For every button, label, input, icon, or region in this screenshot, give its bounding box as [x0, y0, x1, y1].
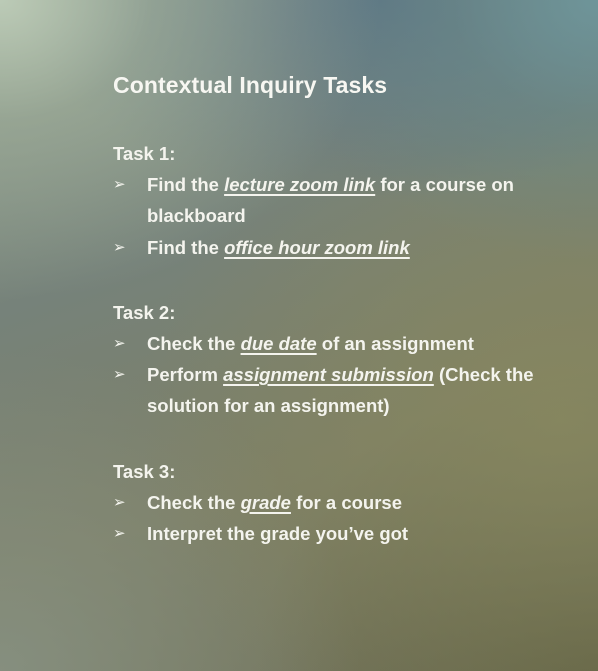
arrow-bullet-icon: ➢ [113, 366, 126, 384]
arrow-bullet-icon: ➢ [113, 238, 126, 256]
item-text: of an assignment [316, 332, 474, 354]
task-section: Task 3: ➢ Check the grade for a course ➢ I… [113, 456, 583, 550]
list-item: ➢ Check the grade for a course [113, 487, 583, 518]
slide-content: Contextual Inquiry Tasks Task 1: ➢ Find t… [113, 70, 583, 549]
item-text: Interpret the grade you’ve got [147, 523, 409, 545]
task-section: Task 1: ➢ Find the lecture zoom link for … [113, 138, 583, 263]
list-item: ➢ Interpret the grade you’ve got [113, 518, 583, 549]
task-list: ➢ Find the lecture zoom link for a course… [113, 169, 583, 263]
arrow-bullet-icon: ➢ [113, 176, 126, 193]
task-heading: Task 3: [113, 460, 176, 482]
task-heading: Task 1: [113, 143, 176, 164]
task-list: ➢ Check the due date of an assignment ➢ Pe… [113, 328, 583, 422]
item-emphasis: office hour zoom link [224, 236, 410, 258]
task-list: ➢ Check the grade for a course ➢ Interpret… [113, 487, 583, 550]
list-item: ➢ Perform assignment submission (Check th… [113, 359, 583, 422]
item-text: Check the [147, 491, 241, 513]
item-text: Find the [147, 174, 225, 195]
item-text: Check the [147, 332, 241, 354]
arrow-bullet-icon: ➢ [113, 525, 126, 543]
item-text: Perform [147, 364, 224, 386]
list-item: ➢ Find the office hour zoom link [113, 232, 583, 263]
item-text: for a course [290, 491, 402, 513]
task-heading: Task 2: [113, 301, 176, 323]
slide-title: Contextual Inquiry Tasks [113, 72, 388, 98]
item-emphasis: lecture zoom link [224, 174, 376, 195]
list-item: ➢ Check the due date of an assignment [113, 328, 583, 359]
arrow-bullet-icon: ➢ [113, 334, 126, 352]
item-text: Find the [147, 236, 225, 258]
arrow-bullet-icon: ➢ [113, 493, 126, 511]
list-item: ➢ Find the lecture zoom link for a course… [113, 169, 583, 232]
item-emphasis: grade [240, 491, 291, 513]
task-section: Task 2: ➢ Check the due date of an assign… [113, 297, 583, 422]
item-emphasis: due date [240, 332, 317, 354]
item-emphasis: assignment submission [223, 364, 434, 386]
